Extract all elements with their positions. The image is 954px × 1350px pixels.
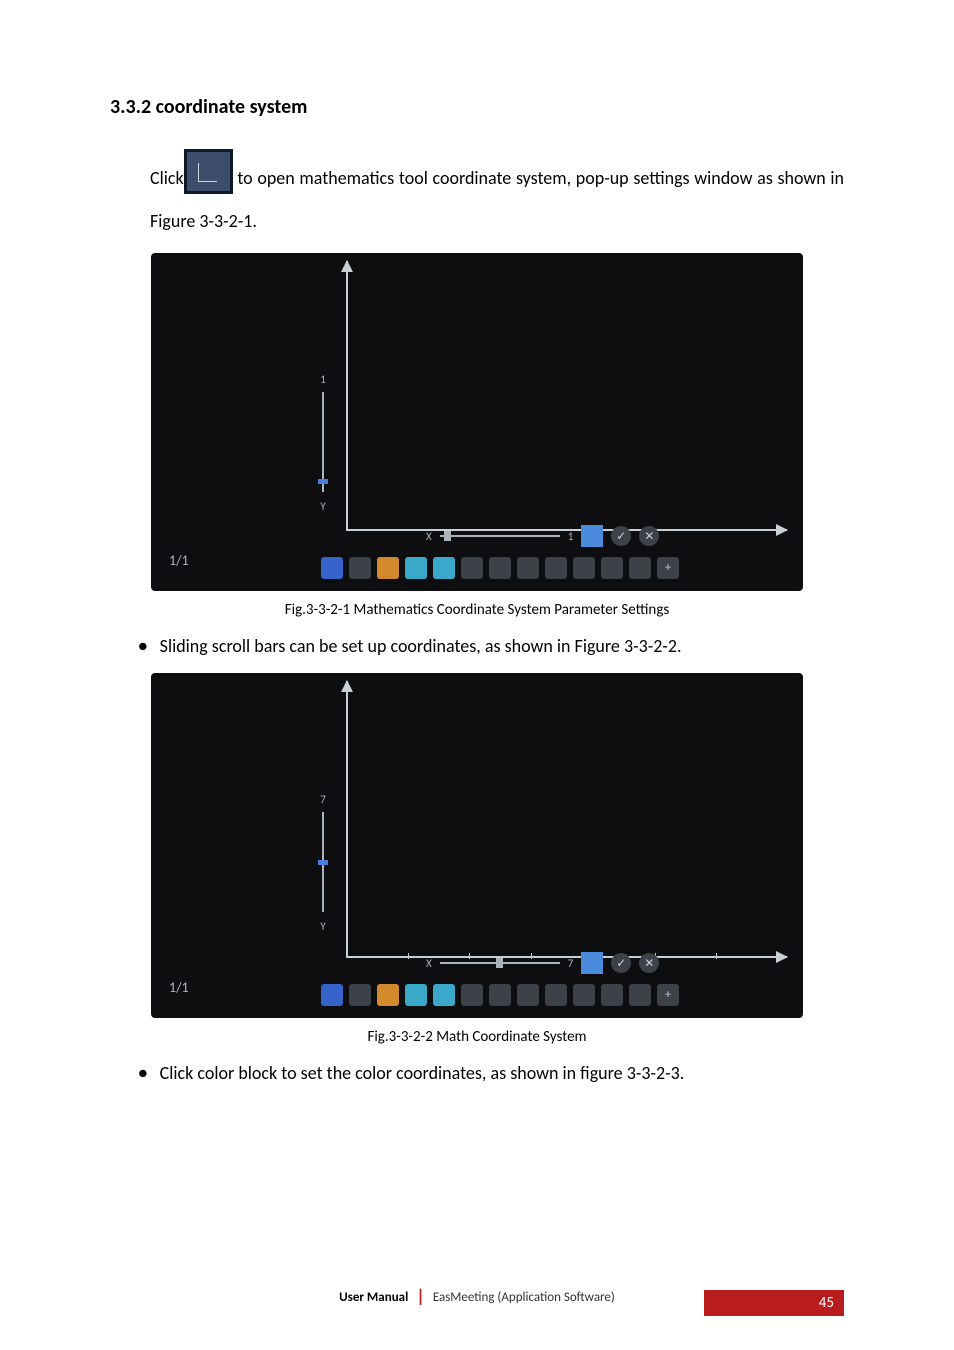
toolbar-icon[interactable] [461, 984, 483, 1006]
y-axis [346, 681, 348, 958]
figure-1-caption: Fig.3-3-2-1 Mathematics Coordinate Syste… [110, 601, 844, 619]
bullet-icon: ● [138, 1062, 148, 1086]
axes [346, 681, 787, 958]
arrow-right-icon [776, 524, 788, 536]
x-slider-row: X 1 ✓ ✕ [426, 525, 659, 547]
color-swatch[interactable] [581, 525, 603, 547]
confirm-button[interactable]: ✓ [611, 526, 631, 546]
toolbar-icon[interactable] [489, 557, 511, 579]
page-counter: 1/1 [169, 979, 189, 996]
figure-2-caption: Fig.3-3-2-2 Math Coordinate System [110, 1028, 844, 1046]
x-slider-track[interactable] [440, 962, 560, 964]
toolbar-icon[interactable] [321, 557, 343, 579]
toolbar-icon[interactable] [377, 557, 399, 579]
y-slider[interactable]: 7 Y [311, 793, 335, 941]
toolbar-icon[interactable] [405, 984, 427, 1006]
screenshot-1: 1 Y X 1 ✓ ✕ 1/1 [151, 253, 803, 591]
y-slider[interactable]: 1 Y [311, 373, 335, 521]
arrow-right-icon [776, 951, 788, 963]
confirm-button[interactable]: ✓ [611, 953, 631, 973]
y-slider-handle[interactable] [318, 860, 328, 865]
toolbar-icon[interactable] [629, 557, 651, 579]
toolbar-icon[interactable] [349, 984, 371, 1006]
toolbar-icon[interactable] [545, 557, 567, 579]
x-slider-value: 7 [568, 957, 574, 970]
x-slider-handle[interactable] [496, 958, 503, 968]
y-slider-value: 7 [311, 793, 335, 806]
screenshot-2: 7 Y X 7 ✓ ✕ 1/1 [151, 673, 803, 1018]
footer-software: EasMeeting (Application Software) [433, 1290, 615, 1305]
toolbar-add-icon[interactable]: + [657, 984, 679, 1006]
cancel-button[interactable]: ✕ [639, 526, 659, 546]
bullet-1: ● Sliding scroll bars can be set up coor… [138, 635, 844, 659]
bottom-toolbar: + [321, 984, 679, 1006]
x-slider-row: X 7 ✓ ✕ [426, 952, 659, 974]
figure-1: 1 Y X 1 ✓ ✕ 1/1 [110, 253, 844, 591]
y-slider-value: 1 [311, 373, 335, 386]
toolbar-icon[interactable] [377, 984, 399, 1006]
toolbar-icon[interactable] [601, 984, 623, 1006]
section-heading: 3.3.2 coordinate system [110, 95, 844, 119]
cancel-button[interactable]: ✕ [639, 953, 659, 973]
y-axis-label: Y [311, 500, 335, 513]
para1-pre: Click [150, 167, 184, 189]
x-axis-label: X [426, 530, 432, 543]
x-slider-value: 1 [568, 530, 574, 543]
page-number-badge: 45 [704, 1290, 844, 1316]
bullet-icon: ● [138, 635, 148, 659]
toolbar-icon[interactable] [517, 984, 539, 1006]
y-axis-label: Y [311, 920, 335, 933]
toolbar-icon[interactable] [545, 984, 567, 1006]
x-axis-label: X [426, 957, 432, 970]
bottom-toolbar: + [321, 557, 679, 579]
toolbar-icon[interactable] [489, 984, 511, 1006]
toolbar-icon[interactable] [405, 557, 427, 579]
toolbar-icon[interactable] [433, 984, 455, 1006]
bullet-2-text: Click color block to set the color coord… [160, 1062, 685, 1084]
coordinate-icon [184, 149, 233, 194]
color-swatch[interactable] [581, 952, 603, 974]
toolbar-icon[interactable] [349, 557, 371, 579]
toolbar-icon[interactable] [517, 557, 539, 579]
bullet-1-text: Sliding scroll bars can be set up coordi… [160, 635, 682, 657]
page-counter: 1/1 [169, 552, 189, 569]
footer-user-manual: User Manual [339, 1290, 408, 1305]
y-slider-handle[interactable] [318, 479, 328, 484]
toolbar-icon[interactable] [601, 557, 623, 579]
para1-post: to open mathematics tool coordinate syst… [150, 167, 844, 232]
axes [346, 261, 787, 531]
bullet-2: ● Click color block to set the color coo… [138, 1062, 844, 1086]
x-slider-handle[interactable] [444, 531, 451, 541]
toolbar-add-icon[interactable]: + [657, 557, 679, 579]
y-axis [346, 261, 348, 531]
toolbar-icon[interactable] [629, 984, 651, 1006]
arrow-up-icon [341, 680, 353, 692]
figure-2: 7 Y X 7 ✓ ✕ 1/1 [110, 673, 844, 1018]
toolbar-icon[interactable] [433, 557, 455, 579]
document-page: 3.3.2 coordinate system Click to open ma… [0, 0, 954, 1350]
toolbar-icon[interactable] [321, 984, 343, 1006]
footer-separator-icon: | [416, 1285, 425, 1307]
paragraph-1: Click to open mathematics tool coordinat… [150, 149, 844, 243]
toolbar-icon[interactable] [461, 557, 483, 579]
toolbar-icon[interactable] [573, 984, 595, 1006]
toolbar-icon[interactable] [573, 557, 595, 579]
x-slider-track[interactable] [440, 535, 560, 537]
arrow-up-icon [341, 260, 353, 272]
